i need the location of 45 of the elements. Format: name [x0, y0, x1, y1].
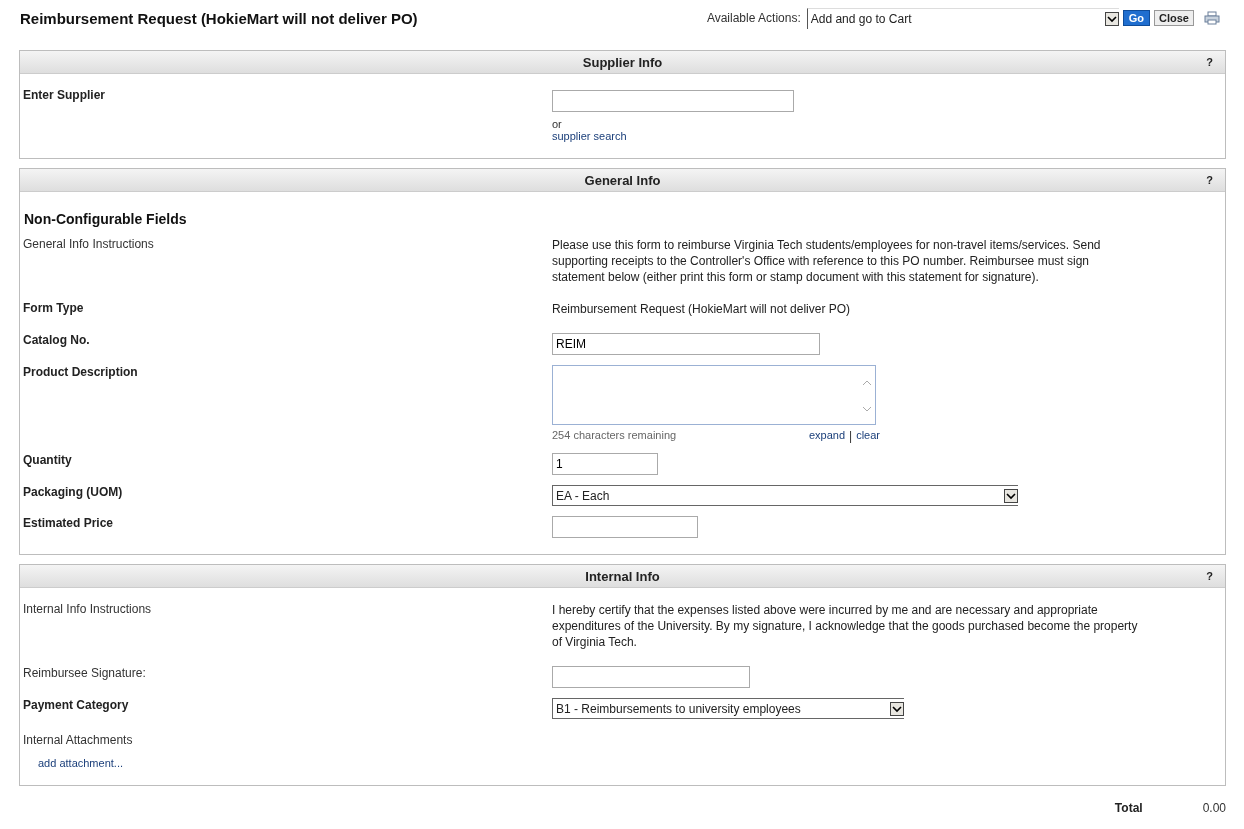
field-label: Internal Attachments: [22, 733, 134, 747]
field-label: Catalog No.: [22, 333, 91, 349]
field-label: Enter Supplier: [22, 88, 106, 104]
input-field[interactable]: [552, 666, 750, 688]
total-label: Total: [1114, 801, 1143, 815]
close-button[interactable]: Close: [1154, 10, 1194, 26]
select-field[interactable]: B1 - Reimbursements to university employees: [552, 698, 904, 719]
input-field[interactable]: REIM: [552, 333, 820, 355]
or-text: or: [552, 118, 562, 130]
field-label: Quantity: [22, 453, 73, 469]
field-label: Estimated Price: [22, 516, 115, 532]
total-value: 0.00: [1202, 801, 1226, 815]
section-title: Internal Info: [585, 568, 660, 584]
field-text: Reimbursement Request (HokieMart will not deliver PO): [552, 301, 852, 317]
field-label: Product Description: [22, 365, 139, 381]
input-field[interactable]: 1: [552, 453, 658, 475]
go-button[interactable]: Go: [1122, 10, 1151, 26]
select-field[interactable]: EA - Each: [552, 485, 1018, 506]
field-label: Internal Info Instructions: [22, 602, 153, 618]
printer-icon[interactable]: [1204, 11, 1220, 25]
field-label: Reimbursee Signature:: [22, 666, 147, 682]
page-title: Reimbursement Request (HokieMart will not deliver PO): [20, 9, 418, 27]
field-label: Packaging (UOM): [22, 485, 124, 501]
expand-link[interactable]: expand: [808, 429, 846, 443]
field-label: General Info Instructions: [22, 237, 155, 253]
section-title: General Info: [584, 172, 661, 188]
help-link[interactable]: ?: [1206, 174, 1213, 186]
field-text: Please use this form to reimburse Virginia Tech students/employees for non-travel items/services. Send supporting receipts to the Controller's Office with reference to this PO number. Reimbursee must sign statement below (either print this form or stamp document with this statement for signature).: [552, 237, 1102, 285]
characters-remaining: 254 characters remaining: [552, 429, 677, 441]
separator: |: [849, 429, 853, 443]
description-field[interactable]: [552, 365, 876, 425]
help-link[interactable]: ?: [1206, 56, 1213, 68]
actions-dropdown[interactable]: Add and go to Cart: [806, 7, 1119, 29]
add-attachment-link[interactable]: add attachment...: [20, 747, 552, 769]
supplier-search-link[interactable]: supplier search: [552, 130, 627, 142]
actions-label: Available Actions:: [706, 11, 801, 25]
supplier-field[interactable]: [552, 90, 794, 112]
field-text: I hereby certify that the expenses listed above were incurred by me and are necessary and appropriate expenditures of the University. By my signature, I acknowledge that the goods purchased become the property of Virginia Tech.: [552, 602, 1139, 650]
help-link[interactable]: ?: [1206, 570, 1213, 582]
clear-link[interactable]: clear: [856, 429, 880, 443]
field-label: Payment Category: [22, 698, 130, 714]
field-label: Form Type: [22, 301, 85, 317]
input-field[interactable]: [552, 516, 698, 538]
section-title: Supplier Info: [582, 54, 663, 70]
subheading: Non-Configurable Fields: [23, 210, 188, 229]
